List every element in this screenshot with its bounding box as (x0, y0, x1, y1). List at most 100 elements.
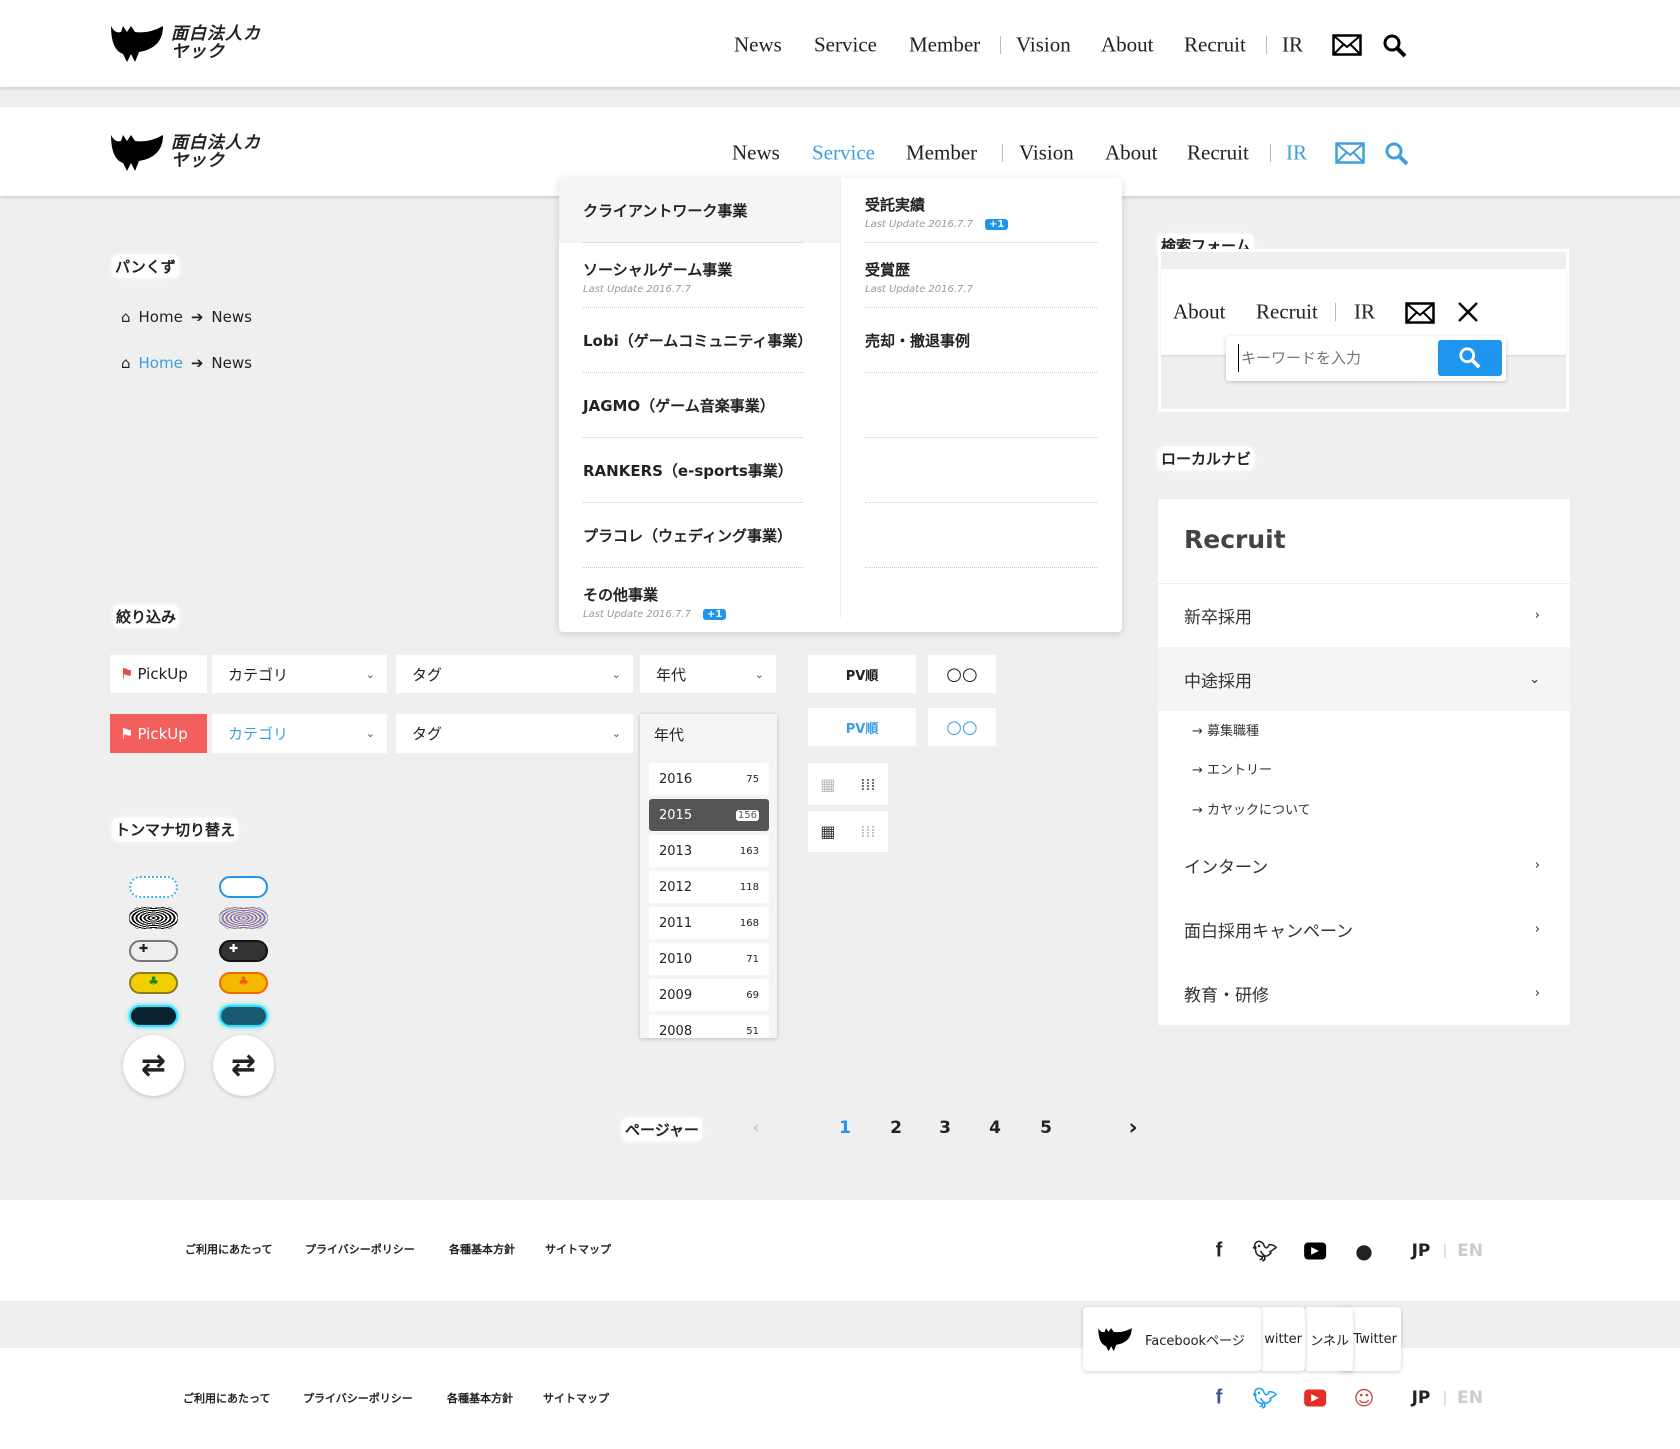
theme-clover-icon[interactable]: ♣ (129, 972, 178, 994)
nav-vision[interactable]: Vision (1016, 33, 1071, 58)
dropdown-item[interactable]: プラコレ（ウェディング事業） (583, 503, 803, 568)
theme-game-controller-icon[interactable]: ✚ (129, 940, 178, 962)
dropdown-item[interactable]: ソーシャルゲーム事業 Last Update 2016.7.7 (583, 243, 803, 308)
local-nav-item[interactable]: 新卒採用 › (1158, 583, 1570, 647)
grid-small-icon[interactable]: ⁞⁞⁞ (860, 775, 875, 794)
dropdown-item[interactable]: その他事業 Last Update 2016.7.7 +1 (583, 568, 803, 633)
footer-link[interactable]: 各種基本方針 (449, 1241, 515, 1257)
nav-news[interactable]: News (734, 33, 782, 58)
footer-link[interactable]: サイトマップ (543, 1390, 609, 1406)
close-icon[interactable] (1457, 301, 1479, 323)
mascot-icon[interactable]: ● (1355, 1239, 1372, 1263)
page-4[interactable]: 4 (989, 1118, 1001, 1138)
year-option[interactable]: 2016 75 (649, 763, 769, 795)
repeat-icon[interactable]: ⇄ (123, 1035, 184, 1096)
footer-link[interactable]: プライバシーポリシー (305, 1241, 415, 1257)
nav-recruit[interactable]: Recruit (1256, 300, 1318, 325)
breadcrumb-home[interactable]: Home (139, 308, 183, 326)
footer-link[interactable]: サイトマップ (545, 1241, 611, 1257)
pickup-button[interactable]: ⚑ PickUp (110, 655, 207, 693)
pv-sort-button[interactable]: PV順 (808, 655, 916, 693)
footer-link[interactable]: プライバシーポリシー (303, 1390, 413, 1406)
glasses-icon[interactable]: ○○ (928, 708, 996, 746)
page-1[interactable]: 1 (839, 1118, 851, 1138)
local-nav-item[interactable]: 面白採用キャンペーン › (1158, 897, 1570, 961)
year-option[interactable]: 2010 71 (649, 943, 769, 975)
local-nav-subitem[interactable]: → カヤックについて (1192, 799, 1311, 818)
dropdown-item[interactable]: RANKERS（e-sports事業） (583, 438, 803, 503)
page-5[interactable]: 5 (1040, 1118, 1052, 1138)
nav-about[interactable]: About (1101, 33, 1154, 58)
theme-game-controller-icon[interactable]: ✚ (219, 940, 268, 962)
nav-about[interactable]: About (1173, 300, 1226, 325)
lang-jp[interactable]: JP (1412, 1388, 1431, 1408)
year-option[interactable]: 2008 51 (649, 1015, 769, 1038)
dropdown-item[interactable]: 受託実績 Last Update 2016.7.7 +1 (865, 178, 1097, 243)
twitter-icon[interactable]: 🐦︎ (1252, 1386, 1277, 1410)
dropdown-item[interactable]: 売却・撤退事例 (865, 308, 1097, 373)
lang-en[interactable]: EN (1457, 1241, 1483, 1261)
mail-icon[interactable] (1335, 142, 1365, 164)
local-nav-item[interactable]: インターン › (1158, 833, 1570, 897)
logo[interactable]: 面白法人カヤック (109, 133, 271, 171)
grid-large-icon[interactable]: ▦ (820, 822, 835, 841)
mail-icon[interactable] (1332, 34, 1362, 56)
theme-clover-icon[interactable]: ♣ (219, 972, 268, 994)
view-toggle[interactable]: ▦ ⁞⁞⁞ (808, 811, 888, 852)
category-select-active[interactable]: カテゴリ ⌄ (212, 714, 387, 753)
glasses-icon[interactable]: ○○ (928, 655, 996, 693)
local-nav-subitem[interactable]: → 募集職種 (1192, 720, 1259, 739)
grid-small-icon[interactable]: ⁞⁞⁞ (860, 822, 875, 841)
page-3[interactable]: 3 (939, 1118, 951, 1138)
nav-about[interactable]: About (1105, 141, 1158, 166)
nav-member[interactable]: Member (909, 33, 980, 58)
page-2[interactable]: 2 (890, 1118, 902, 1138)
mascot-icon[interactable]: ☺ (1354, 1386, 1375, 1410)
lang-jp[interactable]: JP (1412, 1241, 1431, 1261)
era-select[interactable]: 年代 ⌄ (640, 655, 776, 693)
year-option[interactable]: 2013 163 (649, 835, 769, 867)
local-nav-item[interactable]: 教育・研修 › (1158, 961, 1570, 1025)
footer-link[interactable]: 各種基本方針 (447, 1390, 513, 1406)
dropdown-item[interactable]: クライアントワーク事業 (583, 178, 803, 243)
nav-member[interactable]: Member (906, 141, 977, 166)
year-option[interactable]: 2011 168 (649, 907, 769, 939)
prev-page-icon[interactable]: ‹ (752, 1118, 759, 1138)
theme-hex-icon[interactable] (129, 1005, 178, 1027)
facebook-icon[interactable]: f (1216, 1387, 1223, 1410)
nav-ir[interactable]: IR (1286, 141, 1307, 166)
local-nav-subitem[interactable]: → エントリー (1192, 759, 1272, 778)
footer-link[interactable]: ご利用にあたって (183, 1390, 270, 1406)
nav-service[interactable]: Service (812, 141, 875, 166)
nav-news[interactable]: News (732, 141, 780, 166)
nav-ir[interactable]: IR (1282, 33, 1303, 58)
mail-icon[interactable] (1405, 302, 1435, 324)
grid-large-icon[interactable]: ▦ (820, 775, 835, 794)
breadcrumb-home[interactable]: Home (139, 354, 183, 372)
theme-default-icon[interactable] (129, 876, 178, 898)
search-submit-button[interactable] (1438, 340, 1502, 376)
pv-sort-button-active[interactable]: PV順 (808, 708, 916, 746)
theme-manga-icon[interactable] (219, 907, 268, 929)
search-input[interactable] (1238, 344, 1428, 372)
lang-en[interactable]: EN (1457, 1388, 1483, 1408)
dropdown-item[interactable]: JAGMO（ゲーム音楽事業） (583, 373, 803, 438)
pickup-button-active[interactable]: ⚑ PickUp (110, 714, 207, 753)
year-option[interactable]: 2015 156 (649, 799, 769, 831)
search-icon[interactable] (1382, 33, 1408, 59)
dropdown-item[interactable]: 受賞歴 Last Update 2016.7.7 (865, 243, 1097, 308)
year-option[interactable]: 2009 69 (649, 979, 769, 1011)
twitter-icon[interactable]: 🐦︎ (1252, 1239, 1277, 1263)
repeat-icon[interactable]: ⇄ (213, 1035, 274, 1096)
youtube-icon[interactable]: ▶ (1304, 1242, 1326, 1260)
tag-select[interactable]: タグ ⌄ (396, 655, 633, 693)
logo[interactable]: 面白法人カヤック (109, 24, 271, 62)
category-select[interactable]: カテゴリ ⌄ (212, 655, 387, 693)
nav-recruit[interactable]: Recruit (1187, 141, 1249, 166)
theme-default-icon[interactable] (219, 876, 268, 898)
tag-select[interactable]: タグ ⌄ (396, 714, 633, 753)
facebook-icon[interactable]: f (1216, 1240, 1223, 1263)
next-page-icon[interactable]: › (1128, 1116, 1137, 1141)
theme-manga-icon[interactable] (129, 907, 178, 929)
view-toggle[interactable]: ▦ ⁞⁞⁞ (808, 763, 888, 805)
